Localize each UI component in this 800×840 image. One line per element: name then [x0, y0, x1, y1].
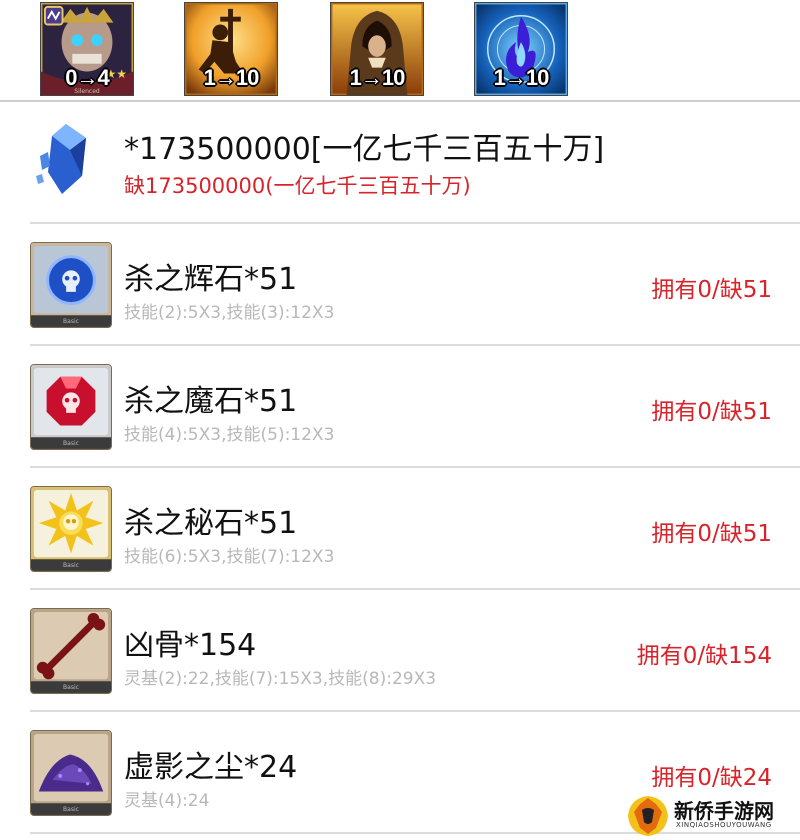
skill-level-text: 1→10	[493, 65, 550, 90]
qp-shortage: 缺173500000(一亿七千三百五十万)	[124, 174, 471, 198]
skill-1-tile[interactable]: ★★ 0→4 Silenced	[40, 2, 134, 96]
site-watermark: 新侨手游网 XINQIAOSHOUYOUWANG	[626, 794, 796, 838]
material-source: 技能(4):5X3,技能(5):12X3	[124, 425, 335, 445]
material-icon-frame: Basic	[30, 364, 112, 450]
skill-level-text: 1→10	[203, 65, 260, 90]
material-row[interactable]: Basic 凶骨*154 灵基(2):22,技能(7):15X3,技能(8):2…	[30, 590, 800, 712]
material-source: 技能(6):5X3,技能(7):12X3	[124, 547, 335, 567]
material-source: 灵基(2):22,技能(7):15X3,技能(8):29X3	[124, 669, 437, 689]
skill-caption: Silenced	[74, 88, 100, 95]
crystal-icon	[36, 124, 86, 194]
bone-icon	[31, 609, 111, 693]
dust-pile-icon	[31, 731, 111, 815]
material-name: 虚影之尘*24	[124, 750, 298, 785]
material-name: 杀之秘石*51	[124, 506, 298, 541]
material-status: 拥有0/缺51	[651, 521, 772, 547]
blue-gem-icon	[31, 243, 111, 327]
gold-gem-icon	[31, 487, 111, 571]
skill-3-tile[interactable]: 1→10	[330, 2, 424, 96]
skill-2-tile[interactable]: 1→10	[184, 2, 278, 96]
material-icon-frame: Basic	[30, 730, 112, 816]
watermark-subtitle: XINQIAOSHOUYOUWANG	[676, 821, 772, 829]
material-source: 灵基(4):24	[124, 791, 210, 811]
material-icon-frame: Basic	[30, 608, 112, 694]
material-status: 拥有0/缺154	[636, 643, 772, 669]
site-logo-icon	[628, 796, 668, 836]
qp-amount: *173500000[一亿七千三百五十万]	[124, 132, 605, 167]
material-name: 杀之魔石*51	[124, 384, 298, 419]
skill-upgrade-bar: ★★ 0→4 Silenced 1→10 1→10 1→10	[0, 0, 800, 102]
material-row[interactable]: Basic 杀之秘石*51 技能(6):5X3,技能(7):12X3 拥有0/缺…	[30, 468, 800, 590]
material-source: 技能(2):5X3,技能(3):12X3	[124, 303, 335, 323]
material-row[interactable]: Basic 杀之魔石*51 技能(4):5X3,技能(5):12X3 拥有0/缺…	[30, 346, 800, 468]
qp-cost-row: *173500000[一亿七千三百五十万] 缺173500000(一亿七千三百五…	[30, 100, 800, 224]
red-gem-icon	[31, 365, 111, 449]
material-name: 杀之辉石*51	[124, 262, 298, 297]
material-status: 拥有0/缺24	[651, 765, 772, 791]
material-status: 拥有0/缺51	[651, 399, 772, 425]
skill-4-tile[interactable]: 1→10	[474, 2, 568, 96]
material-icon-frame: Basic	[30, 242, 112, 328]
material-name: 凶骨*154	[124, 628, 257, 663]
material-icon-frame: Basic	[30, 486, 112, 572]
material-status: 拥有0/缺51	[651, 277, 772, 303]
material-row[interactable]: Basic 杀之辉石*51 技能(2):5X3,技能(3):12X3 拥有0/缺…	[30, 224, 800, 346]
skill-level-text: 1→10	[349, 65, 406, 90]
watermark-title: 新侨手游网	[674, 799, 774, 823]
